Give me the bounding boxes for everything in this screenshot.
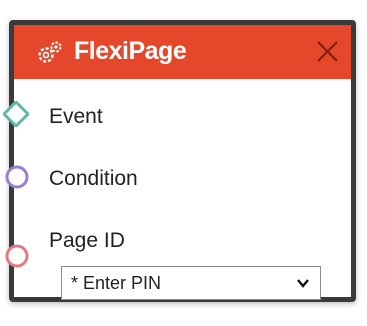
page-id-select[interactable]: * Enter PIN (61, 266, 321, 300)
flexipage-node[interactable]: FlexiPage Event Condition Page ID * Ente… (9, 20, 356, 302)
page-id-select-value: * Enter PIN (71, 272, 162, 293)
page-id-label: Page ID (49, 229, 125, 252)
node-header[interactable]: FlexiPage (14, 25, 351, 79)
page-id-port[interactable] (5, 244, 29, 268)
chevron-down-icon (297, 279, 309, 288)
close-icon[interactable] (314, 38, 341, 65)
event-label: Event (49, 105, 103, 128)
gear-cluster-icon (38, 41, 62, 63)
event-port[interactable] (3, 101, 29, 127)
condition-label: Condition (49, 167, 138, 190)
condition-port[interactable] (5, 165, 29, 189)
node-title: FlexiPage (74, 37, 187, 65)
